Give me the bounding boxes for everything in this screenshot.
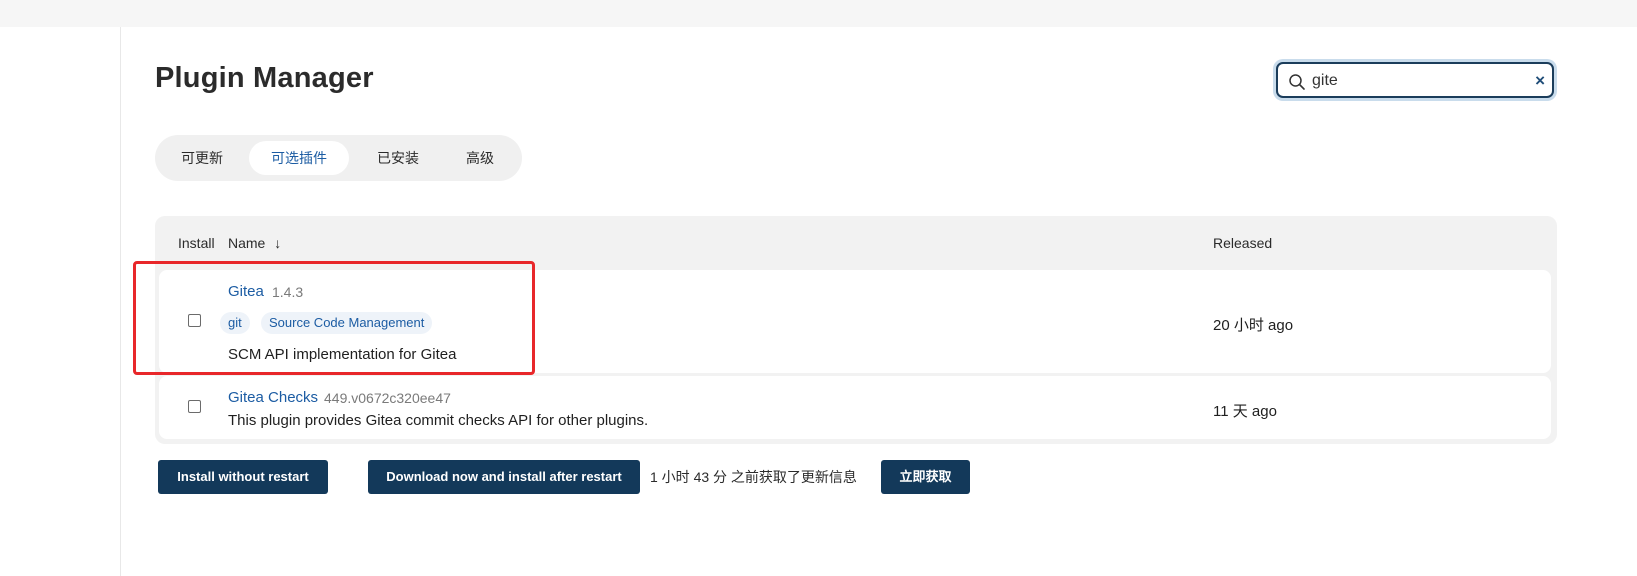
arrow-down-icon: ↓ [274,235,282,251]
plugin-name-link[interactable]: Gitea Checks [228,389,318,406]
search-icon [1289,74,1305,90]
plugin-released: 11 天 ago [1213,403,1277,420]
column-header-install: Install [178,235,215,251]
highlight-annotation-box [133,261,535,375]
page-title: Plugin Manager [155,62,374,94]
column-header-released: Released [1213,235,1273,251]
column-header-name[interactable]: Name ↓ [228,235,281,251]
tab-advanced[interactable]: 高级 [451,141,509,175]
plugin-description: This plugin provides Gitea commit checks… [228,412,649,429]
table-row [159,376,1551,439]
download-install-after-restart-button[interactable]: Download now and install after restart [368,460,640,494]
install-without-restart-button[interactable]: Install without restart [158,460,328,494]
plugin-released: 20 小时 ago [1213,317,1294,334]
search-input[interactable] [1312,70,1512,92]
plugin-version: 449.v0672c320ee47 [324,390,451,406]
tab-bar: 可更新 可选插件 已安装 高级 [155,135,522,181]
tab-available-plugins[interactable]: 可选插件 [249,141,349,175]
update-info-text: 1 小时 43 分 之前获取了更新信息 [650,469,857,485]
search-box[interactable]: × [1276,62,1554,98]
fetch-now-button[interactable]: 立即获取 [881,460,970,494]
tab-updates[interactable]: 可更新 [169,141,235,175]
close-icon[interactable]: × [1535,71,1545,91]
column-header-name-label: Name [228,235,266,251]
install-checkbox[interactable] [188,400,201,413]
sidebar-divider [120,27,121,576]
tab-installed[interactable]: 已安装 [363,141,433,175]
top-header-bar [0,0,1637,27]
